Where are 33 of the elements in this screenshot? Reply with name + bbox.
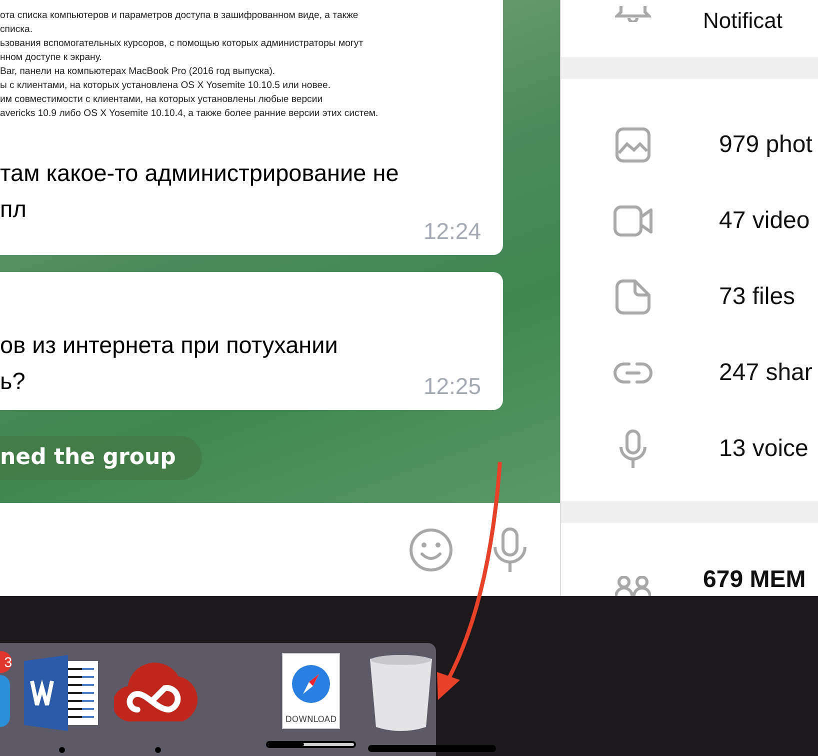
message-time: 12:25: [423, 373, 481, 400]
link-icon: [613, 361, 653, 385]
media-row[interactable]: 13 voice: [611, 427, 818, 471]
document-text-line: avericks 10.9 либо OS X Yosemite 10.10.4, а также более ранние версии этих систем.: [0, 108, 380, 119]
message-text: пл: [0, 195, 26, 224]
document-text-line: списка.: [0, 24, 34, 35]
notification-badge: 3: [0, 651, 12, 673]
people-icon: [615, 576, 651, 596]
image-icon: [615, 127, 651, 163]
file-icon: [615, 279, 651, 315]
document-text-line: Bar, панели на компьютерах MacBook Pro (2016 год выпуска).: [0, 66, 276, 77]
service-message: ned the group: [0, 436, 202, 480]
media-row[interactable]: 247 shar: [611, 351, 818, 395]
message-text: ь?: [0, 367, 26, 396]
message-text: там какое-то администрирование не: [0, 159, 399, 188]
media-row[interactable]: 73 files: [611, 275, 818, 319]
document-text-line: ьзования вспомогательных курсоров, с помощью которых администраторы могут: [0, 38, 364, 49]
document-text-line: ы с клиентами, на которых установлена OS X Yosemite 10.10.5 или новее.: [0, 80, 332, 91]
notifications-label[interactable]: Notificat: [703, 8, 782, 34]
compass-icon: [291, 664, 331, 704]
bell-icon: [615, 6, 651, 22]
video-camera-icon: [613, 205, 653, 237]
message-text: ов из интернета при потухании: [0, 331, 338, 360]
document-text-line: нном доступе к экрану.: [0, 52, 103, 63]
document-text-line: ота списка компьютеров и параметров доступа в зашифрованном виде, а также: [0, 10, 360, 21]
microphone-icon: [617, 429, 649, 469]
download-stack[interactable]: DOWNLOAD: [282, 653, 340, 729]
trash-icon[interactable]: [368, 653, 434, 733]
message-time: 12:24: [423, 218, 481, 245]
media-row[interactable]: 47 video: [611, 199, 818, 243]
document-text-line: им совместимости с клиентами, на которых установлены любые версии: [0, 94, 324, 105]
media-row[interactable]: 979 phot: [611, 123, 818, 167]
members-label[interactable]: 679 MEM: [703, 566, 806, 594]
